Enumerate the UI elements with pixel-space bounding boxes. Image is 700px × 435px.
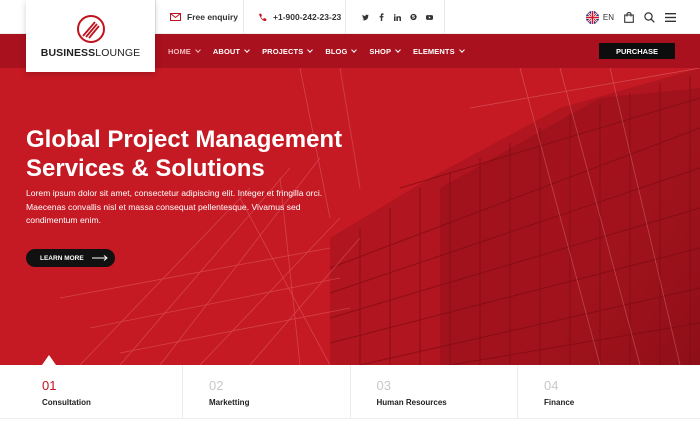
top-right-tools: EN — [585, 0, 676, 34]
nav-item-label: SHOP — [369, 46, 392, 56]
hero-title: Global Project Management Services & Sol… — [26, 125, 366, 183]
hero-description: Lorem ipsum dolor sit amet, consectetur … — [26, 188, 323, 225]
chevron-down-icon — [195, 47, 201, 53]
tab-human-resources[interactable]: 03 Human Resources — [351, 365, 518, 419]
envelope-icon — [170, 13, 181, 21]
nav-item-shop[interactable]: SHOP — [369, 46, 401, 56]
logo-text: BUSINESSLOUNGE — [41, 47, 140, 59]
tab-number: 04 — [544, 378, 559, 393]
hero-title-line-2: Services & Solutions — [26, 155, 265, 182]
nav-item-about[interactable]: ABOUT — [212, 46, 250, 56]
tab-number: 01 — [42, 378, 57, 393]
social-links: S — [345, 0, 445, 34]
nav-item-label: ELEMENTS — [413, 46, 455, 56]
menu-icon[interactable] — [665, 12, 676, 22]
tab-finance[interactable]: 04 Finance — [518, 365, 686, 419]
nav-item-projects[interactable]: PROJECTS — [262, 46, 314, 56]
skype-icon[interactable]: S — [410, 13, 417, 21]
tab-label: Marketting — [209, 398, 250, 407]
phone-link[interactable]: +1-900-242-23-23 — [243, 0, 345, 34]
logo-text-light: LOUNGE — [95, 46, 141, 59]
nav-item-blog[interactable]: BLOG — [325, 46, 358, 56]
logo-text-bold: BUSINESS — [40, 46, 96, 59]
nav-item-label: ABOUT — [212, 46, 241, 56]
youtube-icon[interactable] — [426, 14, 433, 21]
tab-number: 03 — [376, 378, 391, 393]
hero-section: Global Project Management Services & Sol… — [0, 68, 700, 365]
tab-consultation[interactable]: 01 Consultation — [0, 365, 183, 419]
svg-text:S: S — [412, 15, 416, 21]
nav-item-elements[interactable]: ELEMENTS — [413, 46, 465, 56]
chevron-down-icon — [351, 47, 358, 53]
shopping-bag-icon[interactable] — [624, 11, 634, 23]
enquiry-text: Free enquiry — [187, 12, 239, 22]
tab-marketting[interactable]: 02 Marketting — [183, 365, 351, 419]
nav-item-home[interactable]: HOME — [168, 46, 201, 56]
chevron-down-icon — [395, 47, 401, 53]
phone-icon — [258, 13, 267, 22]
site-logo[interactable]: BUSINESSLOUNGE — [26, 0, 155, 72]
active-tab-pointer — [42, 355, 56, 365]
learn-more-button[interactable]: LEARN MORE — [26, 249, 115, 267]
twitter-icon[interactable] — [362, 14, 369, 21]
logo-mark-icon — [76, 14, 106, 44]
search-icon[interactable] — [644, 11, 655, 23]
chevron-down-icon — [307, 47, 314, 53]
tab-number: 02 — [209, 378, 224, 393]
nav-item-label: PROJECTS — [262, 46, 304, 56]
tab-label: Human Resources — [376, 398, 447, 407]
tab-label: Consultation — [42, 398, 91, 407]
nav-menu: HOME ABOUT PROJECTS BLOG SHOP ELEMENTS — [168, 34, 465, 68]
arrow-right-icon — [91, 255, 108, 261]
learn-more-label: LEARN MORE — [40, 254, 84, 262]
linkedin-icon[interactable] — [394, 13, 401, 21]
free-enquiry-link[interactable]: Free enquiry — [155, 0, 243, 34]
service-tabs: 01 Consultation 02 Marketting 03 Human R… — [0, 365, 700, 419]
facebook-icon[interactable] — [378, 13, 385, 21]
nav-item-label: HOME — [168, 46, 191, 56]
chevron-down-icon — [244, 47, 250, 53]
hero-title-line-1: Global Project Management — [26, 126, 343, 153]
chevron-down-icon — [458, 47, 465, 53]
uk-flag-icon[interactable] — [585, 10, 599, 24]
tab-label: Finance — [544, 398, 575, 407]
language-selector[interactable]: EN — [603, 13, 614, 22]
nav-item-label: BLOG — [325, 46, 348, 56]
purchase-button[interactable]: PURCHASE — [599, 43, 675, 59]
phone-text: +1-900-242-23-23 — [273, 12, 342, 22]
